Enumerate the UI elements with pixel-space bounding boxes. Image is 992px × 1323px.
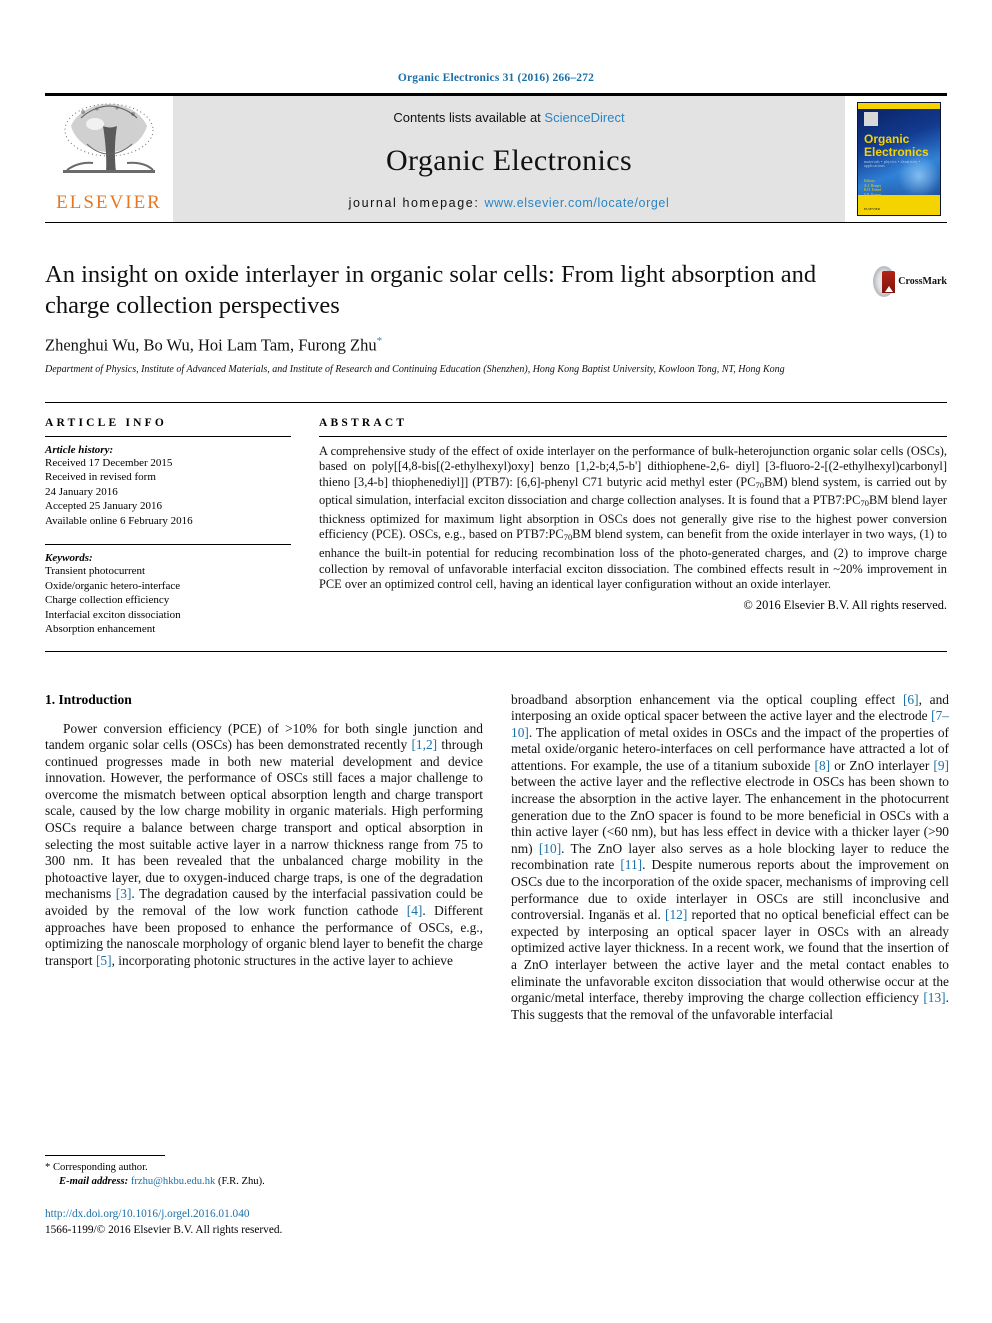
intro-paragraph-right: broadband absorption enhancement via the… xyxy=(511,692,949,1024)
abstract-sub-2: 70 xyxy=(860,498,869,509)
citation-12[interactable]: [12] xyxy=(665,907,687,922)
contents-prefix: Contents lists available at xyxy=(393,110,545,125)
abstract-copyright: © 2016 Elsevier B.V. All rights reserved… xyxy=(743,597,947,612)
article-info-heading: ARTICLE INFO xyxy=(45,416,168,429)
cover-top-bar xyxy=(858,103,940,109)
doi-block: http://dx.doi.org/10.1016/j.orgel.2016.0… xyxy=(45,1208,483,1238)
authors-text: Zhenghui Wu, Bo Wu, Hoi Lam Tam, Furong … xyxy=(45,335,377,355)
footnote-block: * Corresponding author. E-mail address: … xyxy=(45,1155,483,1238)
keyword-1: Oxide/organic hetero-interface xyxy=(45,579,181,592)
article-history-0: Received 17 December 2015 xyxy=(45,456,173,469)
cover-tagline: materials • physics • chemistry • applic… xyxy=(864,160,921,168)
article-history-2: 24 January 2016 xyxy=(45,485,118,498)
corresponding-text: Corresponding author. xyxy=(52,1162,148,1173)
keyword-4: Absorption enhancement xyxy=(45,623,156,635)
issn-copyright: 1566-1199/© 2016 Elsevier B.V. All right… xyxy=(45,1224,283,1236)
elsevier-tree-icon xyxy=(57,100,161,192)
crossmark-icon xyxy=(873,265,896,297)
abstract-heading: ABSTRACT xyxy=(319,416,408,429)
citation-1-2[interactable]: [1,2] xyxy=(411,737,437,752)
crossmark-badge[interactable]: CrossMark xyxy=(873,261,947,301)
body-column-left: 1. Introduction Power conversion efficie… xyxy=(45,692,483,1024)
cover-logo-square xyxy=(864,112,878,126)
email-note: E-mail address: frzhu@hkbu.edu.hk (F.R. … xyxy=(45,1175,483,1189)
citation-4[interactable]: [4] xyxy=(407,903,423,918)
journal-homepage-link[interactable]: www.elsevier.com/locate/orgel xyxy=(484,196,669,210)
homepage-prefix: journal homepage: xyxy=(348,196,485,210)
crossmark-label: CrossMark xyxy=(898,275,947,287)
masthead-rule xyxy=(45,222,947,223)
elsevier-wordmark: ELSEVIER xyxy=(56,192,162,213)
journal-banner: Contents lists available at ScienceDirec… xyxy=(173,96,845,222)
citation-6[interactable]: [6] xyxy=(903,692,919,707)
journal-masthead: ELSEVIER Contents lists available at Sci… xyxy=(45,93,947,222)
footnote-rule xyxy=(45,1155,165,1156)
running-head: Organic Electronics 31 (2016) 266–272 xyxy=(397,72,595,84)
cover-bottom-bar xyxy=(858,195,940,215)
abstract-text: A comprehensive study of the effect of o… xyxy=(319,444,947,593)
author-list: Zhenghui Wu, Bo Wu, Hoi Lam Tam, Furong … xyxy=(45,335,947,356)
corresponding-author-note: * Corresponding author. xyxy=(45,1161,483,1175)
affiliation: Department of Physics, Institute of Adva… xyxy=(45,363,785,375)
citation-5[interactable]: [5] xyxy=(96,953,112,968)
elsevier-logo: ELSEVIER xyxy=(45,96,173,222)
abstract-column: ABSTRACT A comprehensive study of the ef… xyxy=(319,417,947,637)
body-column-right: broadband absorption enhancement via the… xyxy=(511,692,949,1024)
article-history-1: Received in revised form xyxy=(45,471,156,483)
intro-left-b: through continued progresses made in bot… xyxy=(45,737,483,902)
corresponding-author-marker[interactable]: * xyxy=(377,335,383,347)
email-person: (F.R. Zhu). xyxy=(217,1175,265,1187)
email-label: E-mail address: xyxy=(59,1175,129,1187)
cover-publisher: ELSEVIER xyxy=(864,206,881,211)
cover-title-line1: Organic xyxy=(864,132,910,146)
keywords-rule xyxy=(45,544,291,545)
article-info-column: ARTICLE INFO Article history: Received 1… xyxy=(45,417,291,637)
page-title: An insight on oxide interlayer in organi… xyxy=(45,261,817,319)
contents-line: Contents lists available at ScienceDirec… xyxy=(393,110,624,125)
article-info-rule xyxy=(45,435,291,437)
info-abstract-block: ARTICLE INFO Article history: Received 1… xyxy=(45,401,947,637)
abstract-sub-1: 70 xyxy=(755,479,765,490)
article-history-4: Available online 6 February 2016 xyxy=(45,514,193,527)
journal-cover-thumbnail: Organic Electronics materials • physics … xyxy=(851,96,947,222)
abstract-rule xyxy=(319,435,947,437)
info-block-bottom-rule xyxy=(45,650,947,652)
corresponding-marker: * xyxy=(45,1162,51,1173)
intro-left-e: , incorporating photonic structures in t… xyxy=(111,952,453,968)
cover-image: Organic Electronics materials • physics … xyxy=(857,102,941,216)
citation-10[interactable]: [10] xyxy=(539,841,561,856)
abstract-sub-3: 70 xyxy=(563,532,573,543)
article-history-label: Article history: xyxy=(45,443,114,456)
keyword-2: Charge collection efficiency xyxy=(45,594,170,606)
intro-right-a: broadband absorption enhancement via the… xyxy=(511,691,903,707)
cover-title-line2: Electronics xyxy=(864,145,929,159)
email-link[interactable]: frzhu@hkbu.edu.hk xyxy=(131,1176,215,1187)
sciencedirect-link[interactable]: ScienceDirect xyxy=(544,110,624,125)
section-heading-introduction: 1. Introduction xyxy=(45,691,132,707)
intro-right-d: or ZnO interlayer xyxy=(830,757,934,773)
article-history-3: Accepted 25 January 2016 xyxy=(45,500,162,512)
body-columns: 1. Introduction Power conversion efficie… xyxy=(45,692,949,1024)
citation-3[interactable]: [3] xyxy=(116,886,132,901)
citation-8[interactable]: [8] xyxy=(815,758,831,773)
article-page: Organic Electronics 31 (2016) 266–272 EL… xyxy=(0,0,992,1323)
keyword-0: Transient photocurrent xyxy=(45,565,146,577)
title-block: An insight on oxide interlayer in organi… xyxy=(45,259,947,321)
journal-title: Organic Electronics xyxy=(385,143,633,177)
doi-link[interactable]: http://dx.doi.org/10.1016/j.orgel.2016.0… xyxy=(45,1208,483,1220)
citation-11[interactable]: [11] xyxy=(620,857,642,872)
intro-paragraph-left: Power conversion efficiency (PCE) of >10… xyxy=(45,721,483,970)
keyword-3: Interfacial exciton dissociation xyxy=(45,608,181,621)
citation-9[interactable]: [9] xyxy=(933,758,949,773)
citation-13[interactable]: [13] xyxy=(923,990,945,1005)
keywords-label: Keywords: xyxy=(45,552,93,564)
journal-homepage-line: journal homepage: www.elsevier.com/locat… xyxy=(349,196,670,210)
